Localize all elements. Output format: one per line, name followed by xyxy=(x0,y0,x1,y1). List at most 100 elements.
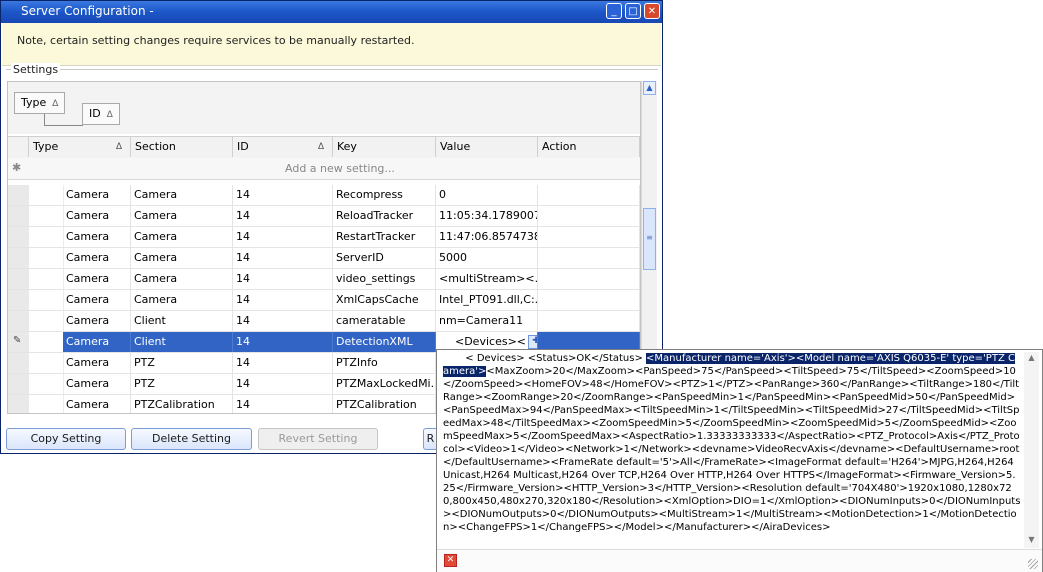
row-selector[interactable] xyxy=(8,311,30,331)
cell-section[interactable]: PTZ xyxy=(131,353,233,373)
cell-value[interactable]: 0 xyxy=(436,185,538,205)
cell-key[interactable]: RestartTracker xyxy=(333,227,436,247)
table-row[interactable]: Camera Camera 14 video_settings <multiStream… xyxy=(8,269,640,290)
scroll-thumb[interactable]: ≡ xyxy=(643,208,656,270)
maximize-button[interactable]: □ xyxy=(625,3,641,19)
row-selector[interactable] xyxy=(8,374,30,394)
cell-id[interactable]: 14 xyxy=(233,332,333,352)
minimize-button[interactable]: _ xyxy=(606,3,622,19)
cell-id[interactable]: 14 xyxy=(233,290,333,310)
cell-value-text[interactable]: <Devices>< xyxy=(455,335,526,348)
expand-editor-button[interactable]: ✚ xyxy=(528,335,537,349)
cell-section[interactable]: Camera xyxy=(131,206,233,226)
cell-section[interactable]: Camera xyxy=(131,290,233,310)
row-selector[interactable] xyxy=(8,269,30,289)
row-selector[interactable] xyxy=(8,227,30,247)
scroll-up-arrow-icon[interactable]: ▲ xyxy=(643,81,656,95)
cell-type[interactable]: Camera xyxy=(63,248,131,268)
cell-action[interactable] xyxy=(538,206,640,226)
cell-action[interactable] xyxy=(538,290,640,310)
add-setting-row[interactable]: ✱ Add a new setting... xyxy=(8,158,640,180)
cell-type[interactable]: Camera xyxy=(63,290,131,310)
cell-action[interactable] xyxy=(538,248,640,268)
cell-key[interactable]: XmlCapsCache xyxy=(333,290,436,310)
cell-id[interactable]: 14 xyxy=(233,248,333,268)
delete-setting-button[interactable]: Delete Setting xyxy=(131,428,252,450)
cell-key[interactable]: PTZInfo xyxy=(333,353,436,373)
close-button[interactable]: ✕ xyxy=(644,3,660,19)
column-header-action[interactable]: Action xyxy=(538,137,640,157)
partial-button[interactable]: R xyxy=(423,428,437,450)
cell-id[interactable]: 14 xyxy=(233,227,333,247)
column-header-value[interactable]: Value xyxy=(436,137,538,157)
cell-id[interactable]: 14 xyxy=(233,353,333,373)
cell-type[interactable]: Camera xyxy=(63,353,131,373)
value-editor-scrollbar[interactable]: ▲ ▼ xyxy=(1024,352,1039,548)
table-row[interactable]: Camera Client 14 cameratable nm=Camera11 xyxy=(8,311,640,332)
cell-section[interactable]: Client xyxy=(131,332,233,352)
cell-section[interactable]: PTZCalibration xyxy=(131,395,233,413)
table-row[interactable]: Camera Camera 14 RestartTracker 11:47:06.857… xyxy=(8,227,640,248)
value-editor-textarea[interactable]: < Devices> <Status>OK</Status> <Manufact… xyxy=(443,352,1021,548)
row-selector[interactable] xyxy=(8,395,30,413)
cell-action[interactable] xyxy=(538,311,640,331)
cell-section[interactable]: PTZ xyxy=(131,374,233,394)
column-header-type[interactable]: Type ∆ xyxy=(29,137,131,157)
revert-setting-button[interactable]: Revert Setting xyxy=(258,428,378,450)
cell-id[interactable]: 14 xyxy=(233,269,333,289)
cell-value[interactable]: Intel_PT091.dll,C:... xyxy=(436,290,538,310)
cell-type[interactable]: Camera xyxy=(63,332,131,352)
cell-key[interactable]: video_settings xyxy=(333,269,436,289)
cell-key[interactable]: Recompress xyxy=(333,185,436,205)
cell-type[interactable]: Camera xyxy=(63,185,131,205)
cell-type[interactable]: Camera xyxy=(63,227,131,247)
close-icon[interactable]: ✕ xyxy=(444,554,457,567)
row-selector[interactable] xyxy=(8,290,30,310)
table-row[interactable]: Camera Camera 14 Recompress 0 xyxy=(8,185,640,206)
cell-section[interactable]: Camera xyxy=(131,269,233,289)
table-row[interactable]: Camera Camera 14 XmlCapsCache Intel_PT091.dl… xyxy=(8,290,640,311)
copy-setting-button[interactable]: Copy Setting xyxy=(6,428,126,450)
cell-key[interactable]: PTZMaxLockedMi... xyxy=(333,374,436,394)
scroll-down-arrow-icon[interactable]: ▼ xyxy=(1026,535,1037,546)
resize-grip-icon[interactable] xyxy=(1028,559,1038,569)
cell-key[interactable]: cameratable xyxy=(333,311,436,331)
column-header-section[interactable]: Section xyxy=(131,137,233,157)
cell-key[interactable]: DetectionXML xyxy=(333,332,436,352)
cell-value[interactable]: 11:05:34.1789007 xyxy=(436,206,538,226)
row-selector[interactable] xyxy=(8,353,30,373)
cell-type[interactable]: Camera xyxy=(63,269,131,289)
cell-section[interactable]: Camera xyxy=(131,227,233,247)
cell-action[interactable] xyxy=(538,185,640,205)
table-row[interactable]: Camera Camera 14 ReloadTracker 11:05:34.1789… xyxy=(8,206,640,227)
cell-id[interactable]: 14 xyxy=(233,206,333,226)
cell-action[interactable] xyxy=(538,227,640,247)
row-selector[interactable] xyxy=(8,206,30,226)
cell-action[interactable] xyxy=(538,269,640,289)
cell-section[interactable]: Client xyxy=(131,311,233,331)
row-selector[interactable] xyxy=(8,248,30,268)
cell-key[interactable]: ReloadTracker xyxy=(333,206,436,226)
scroll-up-arrow-icon[interactable]: ▲ xyxy=(1026,353,1037,364)
cell-type[interactable]: Camera xyxy=(63,311,131,331)
cell-section[interactable]: Camera xyxy=(131,248,233,268)
column-header-id[interactable]: ID ∆ xyxy=(233,137,333,157)
row-selector[interactable]: ✎ xyxy=(8,332,30,352)
cell-value[interactable]: 5000 xyxy=(436,248,538,268)
title-bar[interactable]: Server Configuration - _ □ ✕ xyxy=(1,1,662,23)
row-selector[interactable] xyxy=(8,185,30,205)
cell-type[interactable]: Camera xyxy=(63,374,131,394)
column-header-key[interactable]: Key xyxy=(333,137,436,157)
cell-type[interactable]: Camera xyxy=(63,206,131,226)
cell-id[interactable]: 14 xyxy=(233,185,333,205)
cell-id[interactable]: 14 xyxy=(233,311,333,331)
group-chip-id[interactable]: ID ∆ xyxy=(82,103,120,125)
cell-id[interactable]: 14 xyxy=(233,395,333,413)
cell-key[interactable]: PTZCalibration xyxy=(333,395,436,413)
cell-value[interactable]: nm=Camera11 xyxy=(436,311,538,331)
cell-id[interactable]: 14 xyxy=(233,374,333,394)
cell-value[interactable]: <multiStream><... xyxy=(436,269,538,289)
cell-key[interactable]: ServerID xyxy=(333,248,436,268)
group-chip-type[interactable]: Type ∆ xyxy=(14,92,66,114)
table-row[interactable]: Camera Camera 14 ServerID 5000 xyxy=(8,248,640,269)
